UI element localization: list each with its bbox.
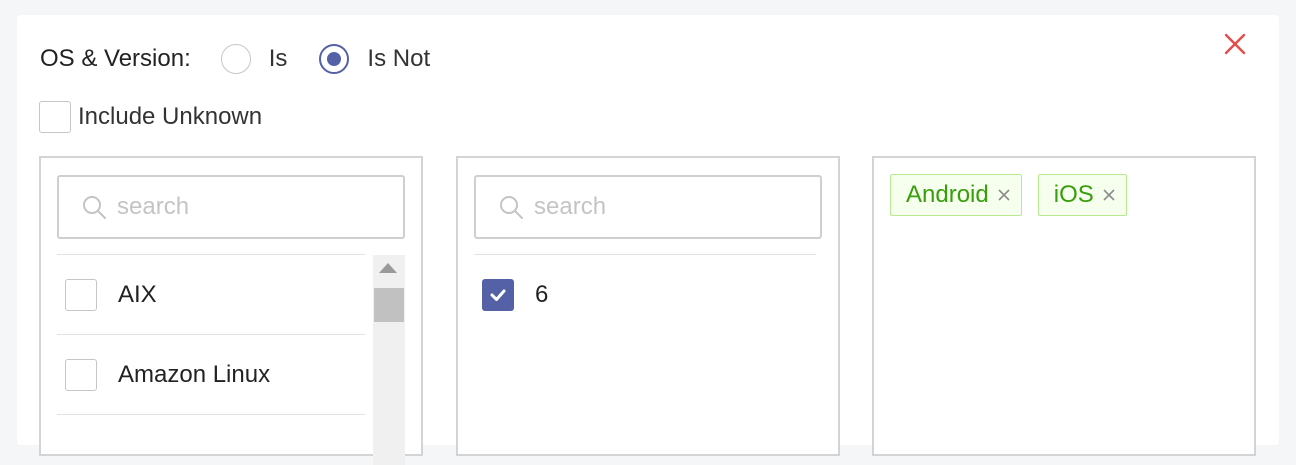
checkbox-checked[interactable]: [482, 278, 514, 311]
list-item-label: Amazon Linux: [118, 360, 271, 388]
list-item-label: AIX: [118, 280, 157, 308]
remove-tag-icon[interactable]: [1102, 188, 1116, 202]
version-list: 6: [474, 254, 816, 334]
tag-label: iOS: [1053, 181, 1094, 208]
list-item-divider: [57, 414, 365, 435]
selected-panel: Android iOS: [872, 156, 1256, 456]
radio-is[interactable]: [220, 44, 251, 74]
os-version-row: OS & Version: Is Is Not: [40, 43, 462, 75]
tag-ios: iOS: [1037, 174, 1127, 216]
checkbox-aix[interactable]: [65, 278, 97, 311]
remove-tag-icon[interactable]: [997, 188, 1011, 202]
close-icon[interactable]: [1222, 31, 1248, 57]
version-panel: 6: [456, 156, 840, 456]
search-icon: [500, 196, 523, 219]
os-search-input[interactable]: [115, 192, 389, 222]
radio-option-is[interactable]: Is: [220, 44, 288, 74]
field-label: OS & Version:: [40, 45, 191, 72]
version-search-field[interactable]: [474, 175, 822, 239]
list-item-version-6[interactable]: 6: [474, 254, 816, 334]
tag-android: Android: [890, 174, 1022, 216]
include-unknown-label: Include Unknown: [78, 103, 263, 130]
tag-label: Android: [906, 181, 989, 208]
list-item-aix[interactable]: AIX: [57, 254, 365, 334]
radio-is-not-label: Is Not: [367, 45, 431, 72]
include-unknown-checkbox[interactable]: Include Unknown: [39, 101, 262, 133]
filter-card: OS & Version: Is Is Not Include Unknown: [17, 15, 1279, 465]
radio-is-not[interactable]: [319, 44, 350, 74]
radio-is-label: Is: [268, 45, 288, 72]
include-unknown-box[interactable]: [39, 101, 71, 133]
version-search-input[interactable]: [532, 192, 806, 222]
search-icon: [83, 196, 106, 219]
list-item-label: 6: [535, 280, 549, 308]
os-search-field[interactable]: [57, 175, 405, 239]
check-icon: [490, 289, 506, 301]
scroll-up-arrow-icon[interactable]: [379, 263, 397, 273]
os-panel: AIX Amazon Linux: [39, 156, 423, 465]
radio-option-is-not[interactable]: Is Not: [319, 44, 430, 74]
scrollbar[interactable]: [373, 255, 405, 465]
list-item-amazon-linux[interactable]: Amazon Linux: [57, 334, 365, 414]
os-list: AIX Amazon Linux: [57, 254, 365, 435]
scroll-thumb[interactable]: [374, 288, 404, 322]
checkbox-amazon-linux[interactable]: [65, 358, 97, 391]
selected-tags: Android iOS: [890, 174, 1143, 216]
